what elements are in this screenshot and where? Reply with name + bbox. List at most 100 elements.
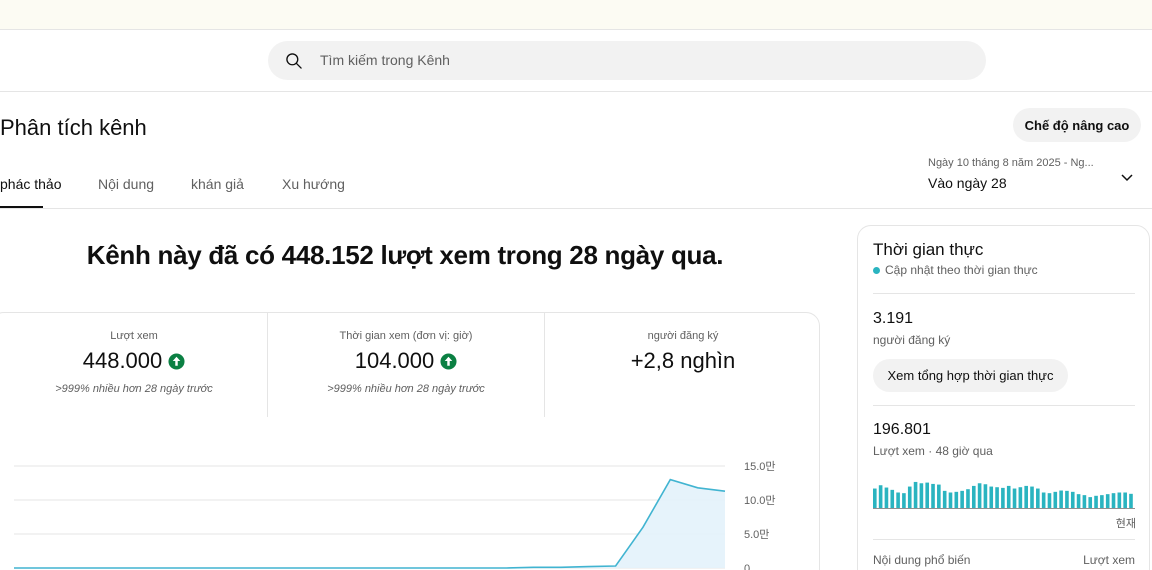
realtime-bar bbox=[1053, 491, 1058, 509]
chart-series-line bbox=[14, 478, 726, 569]
realtime-bar bbox=[954, 491, 959, 509]
realtime-bar bbox=[931, 483, 935, 509]
realtime-bar bbox=[884, 487, 889, 509]
arrow-up-circle-icon bbox=[168, 352, 185, 370]
metric-label: người đăng ký bbox=[647, 330, 719, 342]
chart-y-tick-label: 15.0만 bbox=[744, 460, 776, 473]
realtime-bar bbox=[960, 490, 964, 509]
realtime-now-label: 현재 bbox=[1115, 518, 1136, 530]
tab-audience[interactable]: khán giả bbox=[191, 176, 244, 192]
metric-label: Thời gian xem (đơn vị: giờ) bbox=[339, 330, 473, 342]
metric-subscribers[interactable]: người đăng ký +2,8 nghìn bbox=[545, 313, 821, 417]
views-chart[interactable]: 15.0만 10.0만 5.0만 0 bbox=[0, 455, 800, 570]
realtime-bar bbox=[1030, 486, 1034, 509]
metric-views[interactable]: Lượt xem 448.000 >999% nhiều hơn 28 ngày… bbox=[1, 313, 267, 417]
realtime-bar bbox=[1088, 497, 1093, 509]
realtime-bar bbox=[983, 484, 988, 509]
realtime-bar bbox=[1123, 492, 1127, 509]
realtime-divider bbox=[873, 293, 1135, 294]
realtime-live-indicator: Cập nhật theo thời gian thực bbox=[873, 263, 1038, 277]
realtime-bar bbox=[1082, 495, 1087, 509]
realtime-bar bbox=[890, 489, 895, 509]
realtime-views-value: 196.801 bbox=[873, 421, 931, 438]
realtime-title: Thời gian thực bbox=[873, 240, 984, 259]
realtime-bar bbox=[1094, 495, 1098, 509]
tab-trends[interactable]: Xu hướng bbox=[282, 176, 345, 192]
realtime-bar bbox=[907, 486, 912, 509]
metric-value: +2,8 nghìn bbox=[545, 348, 821, 374]
realtime-bar bbox=[937, 484, 941, 509]
live-dot-icon bbox=[873, 266, 880, 274]
realtime-bar bbox=[1111, 493, 1116, 509]
realtime-bar bbox=[1100, 495, 1104, 509]
metric-watch-time[interactable]: Thời gian xem (đơn vị: giờ) 104.000 >999… bbox=[268, 313, 544, 417]
metric-value-text: 104.000 bbox=[354, 348, 435, 373]
realtime-bar bbox=[925, 482, 930, 509]
realtime-bar bbox=[966, 489, 970, 509]
metric-value: 448.000 bbox=[1, 348, 267, 374]
realtime-bar bbox=[948, 492, 953, 509]
tab-content[interactable]: Nội dung bbox=[98, 176, 154, 192]
tabs-divider bbox=[0, 208, 1152, 209]
realtime-views-bar-chart[interactable] bbox=[873, 476, 1135, 509]
realtime-bar bbox=[878, 485, 883, 509]
metric-value-text: +2,8 nghìn bbox=[630, 348, 736, 373]
date-range-text[interactable]: Ngày 10 tháng 8 năm 2025 - Ng... bbox=[928, 157, 1094, 169]
realtime-bar bbox=[1047, 493, 1052, 509]
realtime-bar bbox=[1036, 488, 1040, 509]
realtime-subscribers-label: người đăng ký bbox=[873, 333, 951, 347]
realtime-bar bbox=[977, 483, 982, 509]
realtime-bar bbox=[1129, 493, 1133, 509]
realtime-bar bbox=[1059, 490, 1063, 509]
page-title: Phân tích kênh bbox=[0, 115, 147, 140]
metric-label: Lượt xem bbox=[110, 330, 158, 342]
chart-y-tick-label: 10.0만 bbox=[744, 494, 776, 507]
realtime-bar bbox=[1070, 491, 1075, 509]
chart-y-tick-label: 0 bbox=[744, 563, 750, 570]
metric-value-text: 448.000 bbox=[82, 348, 163, 373]
metric-comparison: >999% nhiều hơn 28 ngày trước bbox=[327, 383, 485, 395]
realtime-divider bbox=[873, 539, 1135, 540]
realtime-bar bbox=[1076, 494, 1081, 509]
top-content-label: Nội dung phổ biến bbox=[873, 553, 971, 567]
realtime-bar bbox=[1041, 492, 1046, 509]
realtime-bar bbox=[1018, 487, 1023, 509]
chart-area-fill bbox=[14, 479, 725, 568]
top-banner-strip bbox=[0, 0, 1152, 30]
search-input[interactable]: Tìm kiếm trong Kênh bbox=[320, 52, 450, 68]
realtime-card: Thời gian thực Cập nhật theo thời gian t… bbox=[857, 225, 1150, 570]
realtime-bar bbox=[995, 487, 999, 509]
chevron-down-icon[interactable] bbox=[1119, 169, 1135, 185]
header-divider bbox=[0, 91, 1152, 92]
realtime-bar bbox=[1024, 485, 1028, 509]
realtime-subscribers-value: 3.191 bbox=[873, 310, 914, 327]
realtime-bar bbox=[971, 485, 976, 509]
search-icon bbox=[286, 53, 302, 69]
realtime-bar bbox=[873, 488, 877, 509]
realtime-bar bbox=[1117, 492, 1122, 509]
views-headline: Kênh này đã có 448.152 lượt xem trong 28… bbox=[86, 240, 724, 270]
realtime-summary-button[interactable]: Xem tổng hợp thời gian thực bbox=[873, 359, 1068, 392]
top-content-views-column: Lượt xem bbox=[1083, 553, 1135, 567]
realtime-bar bbox=[1065, 490, 1069, 509]
realtime-bar bbox=[902, 493, 906, 509]
realtime-bar bbox=[1105, 494, 1110, 509]
realtime-bar bbox=[913, 481, 918, 509]
metric-comparison: >999% nhiều hơn 28 ngày trước bbox=[55, 383, 213, 395]
date-period-selector[interactable]: Vào ngày 28 bbox=[928, 175, 1007, 191]
realtime-bar bbox=[942, 490, 947, 509]
metric-value: 104.000 bbox=[268, 348, 544, 374]
advanced-mode-button[interactable]: Chế độ nâng cao bbox=[1013, 108, 1141, 142]
realtime-bar bbox=[1012, 488, 1017, 509]
search-bar[interactable]: Tìm kiếm trong Kênh bbox=[268, 41, 986, 80]
realtime-views-label: Lượt xem · 48 giờ qua bbox=[873, 444, 993, 458]
chart-y-tick-label: 5.0만 bbox=[744, 528, 769, 541]
realtime-bar bbox=[896, 492, 900, 509]
realtime-bar bbox=[919, 483, 924, 509]
realtime-bar bbox=[989, 486, 994, 509]
realtime-bar bbox=[1001, 487, 1005, 509]
realtime-bar bbox=[1006, 485, 1011, 509]
realtime-divider bbox=[873, 405, 1135, 406]
arrow-up-circle-icon bbox=[440, 352, 457, 370]
tab-overview[interactable]: phác thảo bbox=[0, 176, 62, 192]
